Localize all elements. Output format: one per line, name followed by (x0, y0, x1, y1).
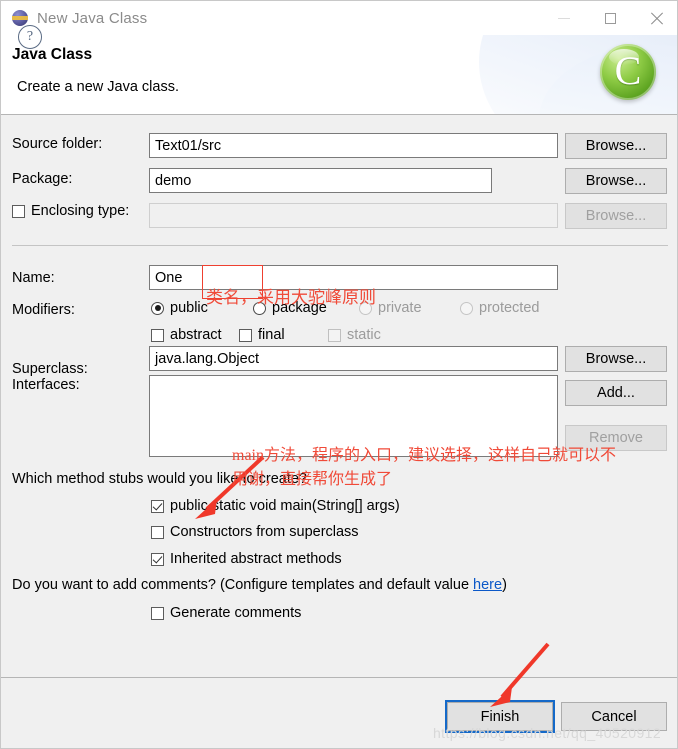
enclosing-type-checkbox[interactable]: Enclosing type: (12, 203, 129, 219)
source-folder-input[interactable]: Text01/src (149, 133, 558, 158)
checkbox-static-label: static (347, 327, 381, 343)
close-icon (650, 12, 663, 25)
checkbox-abstract-box (151, 328, 164, 342)
checkbox-final-box (239, 328, 252, 342)
eclipse-sphere-icon (12, 10, 28, 26)
modifier-radio-package[interactable]: package (253, 300, 327, 316)
stub-checkbox-main[interactable]: public static void main(String[] args) (151, 498, 400, 514)
source-folder-label: Source folder: (12, 136, 103, 152)
checkbox-final-label: final (258, 327, 285, 343)
checkbox-main-label: public static void main(String[] args) (170, 498, 400, 514)
radio-public-label: public (170, 300, 208, 316)
modifier-radio-private: private (359, 300, 422, 316)
modifiers-label: Modifiers: (12, 302, 75, 318)
radio-private-indicator (359, 301, 372, 315)
superclass-browse-button[interactable]: Browse... (565, 346, 667, 372)
maximize-button[interactable] (587, 1, 633, 35)
comments-question-before: Do you want to add comments? (Configure … (12, 577, 474, 593)
finish-button[interactable]: Finish (447, 702, 553, 731)
checkbox-generate-comments-label: Generate comments (170, 605, 302, 621)
radio-protected-label: protected (479, 300, 540, 316)
stub-checkbox-inherited[interactable]: Inherited abstract methods (151, 551, 342, 567)
cancel-button[interactable]: Cancel (561, 702, 667, 731)
close-button[interactable] (633, 1, 677, 35)
interfaces-list[interactable] (149, 375, 558, 457)
new-java-class-dialog: New Java Class Java Class Create a new J… (0, 0, 678, 749)
minimize-icon (558, 17, 570, 19)
checkbox-constructors-label: Constructors from superclass (170, 524, 359, 540)
modifier-radio-protected: protected (460, 300, 539, 316)
class-name-input[interactable]: One (149, 265, 558, 290)
dialog-body: Source folder: Text01/src Browse... Pack… (1, 115, 677, 677)
checkbox-static-box (328, 328, 341, 342)
radio-package-indicator (253, 301, 266, 315)
dialog-banner: Java Class Create a new Java class. C (1, 35, 677, 115)
help-icon[interactable]: ? (18, 25, 42, 49)
radio-public-indicator (151, 301, 164, 315)
enclosing-type-input (149, 203, 558, 228)
modifier-checkbox-final[interactable]: final (239, 327, 285, 343)
radio-protected-indicator (460, 301, 473, 315)
window-controls (541, 1, 677, 35)
section-divider (12, 245, 668, 246)
checkbox-main-box (151, 499, 164, 513)
modifier-radio-public[interactable]: public (151, 300, 208, 316)
java-class-logo-icon: C (600, 44, 656, 100)
checkbox-inherited-box (151, 552, 164, 566)
checkbox-abstract-label: abstract (170, 327, 222, 343)
source-folder-browse-button[interactable]: Browse... (565, 133, 667, 159)
superclass-input[interactable]: java.lang.Object (149, 346, 558, 371)
window-title: New Java Class (37, 9, 148, 27)
page-subtitle: Create a new Java class. (17, 79, 179, 95)
page-title: Java Class (12, 46, 93, 63)
interfaces-remove-button: Remove (565, 425, 667, 451)
interfaces-add-button[interactable]: Add... (565, 380, 667, 406)
checkbox-constructors-box (151, 525, 164, 539)
logo-glyph: C (614, 47, 642, 93)
comments-question: Do you want to add comments? (Configure … (12, 577, 507, 593)
name-label: Name: (12, 270, 55, 286)
enclosing-type-checkbox-box (12, 204, 25, 218)
maximize-icon (604, 12, 616, 24)
comments-question-after: ) (502, 577, 507, 593)
enclosing-type-label: Enclosing type: (31, 203, 130, 219)
modifier-checkbox-static: static (328, 327, 381, 343)
configure-templates-link[interactable]: here (473, 577, 502, 593)
interfaces-label: Interfaces: (12, 377, 80, 393)
generate-comments-checkbox[interactable]: Generate comments (151, 605, 301, 621)
enclosing-type-browse-button: Browse... (565, 203, 667, 229)
checkbox-inherited-label: Inherited abstract methods (170, 551, 342, 567)
minimize-button[interactable] (541, 1, 587, 35)
title-bar: New Java Class (1, 1, 677, 35)
radio-package-label: package (272, 300, 327, 316)
package-label: Package: (12, 171, 73, 187)
method-stubs-question: Which method stubs would you like to cre… (12, 471, 307, 487)
radio-private-label: private (378, 300, 422, 316)
checkbox-generate-comments-box (151, 606, 164, 620)
superclass-label: Superclass: (12, 361, 88, 377)
modifier-checkbox-abstract[interactable]: abstract (151, 327, 222, 343)
stub-checkbox-constructors[interactable]: Constructors from superclass (151, 524, 359, 540)
package-input[interactable]: demo (149, 168, 492, 193)
package-browse-button[interactable]: Browse... (565, 168, 667, 194)
